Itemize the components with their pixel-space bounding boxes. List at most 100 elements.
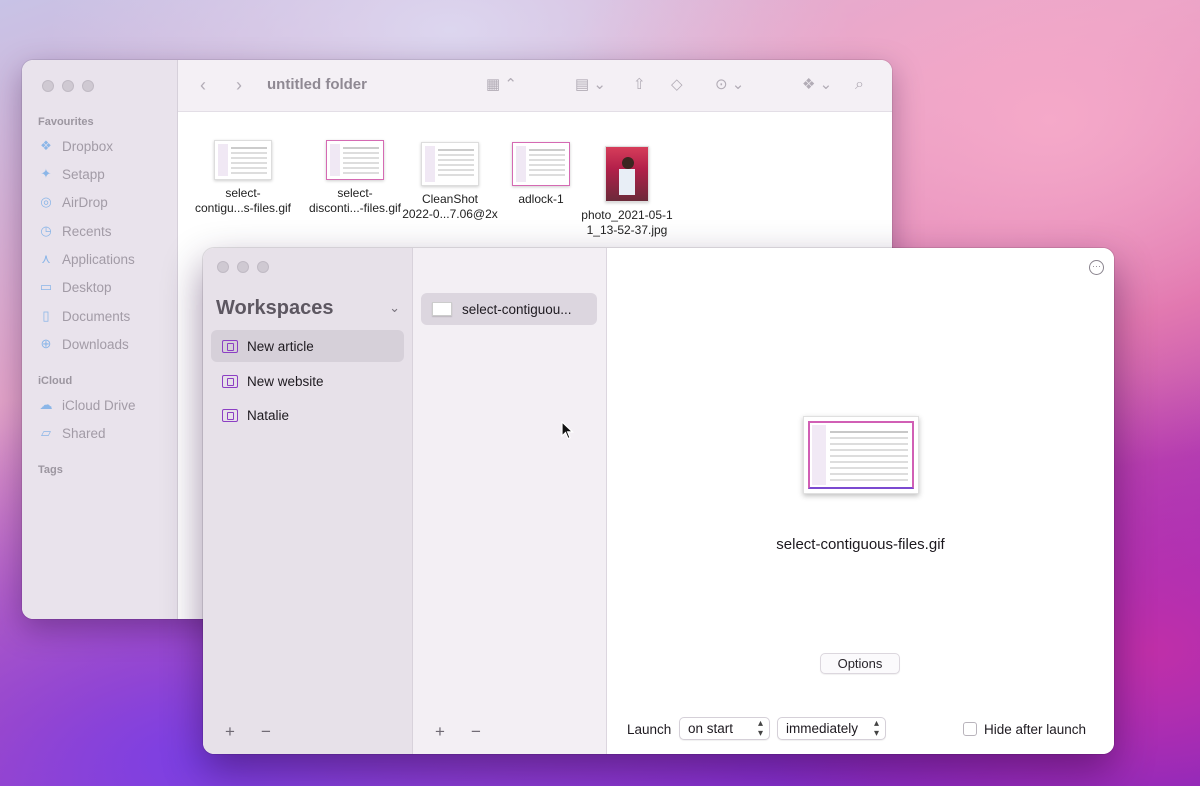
airdrop-icon: ◎ — [40, 194, 52, 209]
finder-toolbar: ‹ › untitled folder ▦ ⌃ ▤ ⌄ ⇧ ◇ ⊙ ⌄ ❖ ⌄ … — [178, 60, 892, 112]
sidebar-item-recents[interactable]: ◷ Recents — [38, 220, 112, 242]
sidebar-item-label: Applications — [62, 251, 135, 267]
workspace-icon — [222, 374, 238, 388]
list-item[interactable]: select-contiguou... — [421, 293, 597, 325]
file-thumbnail — [605, 146, 649, 202]
group-icon[interactable]: ▤ ⌄ — [575, 74, 606, 96]
workspace-icon — [222, 408, 238, 422]
dropbox-menu-icon[interactable]: ❖ ⌄ — [802, 74, 832, 96]
sidebar-item-airdrop[interactable]: ◎ AirDrop — [38, 191, 108, 213]
launch-label: Launch — [627, 722, 672, 737]
sidebar-item-desktop[interactable]: ▭ Desktop — [38, 276, 112, 298]
file-name: photo_2021-05-1 1_13-52-37.jpg — [581, 208, 673, 237]
sidebar-item-label: Dropbox — [62, 138, 114, 154]
zoom-window-button[interactable] — [82, 80, 94, 92]
sidebar-item-label: iCloud Drive — [62, 397, 136, 413]
minimize-window-button[interactable] — [237, 261, 249, 273]
launch-delay-select[interactable]: immediately ▴ ▾ — [777, 717, 886, 740]
sidebar-item-dropbox[interactable]: ❖ Dropbox — [38, 135, 113, 157]
window-controls — [217, 261, 269, 273]
chevron-updown-icon: ▴ ▾ — [757, 718, 763, 739]
tags-heading: Tags — [38, 464, 63, 476]
file-name: select- contigu...s-files.gif — [194, 186, 292, 215]
view-grid-icon[interactable]: ▦ ⌃ — [486, 74, 517, 96]
options-button[interactable]: Options — [820, 653, 900, 674]
file-name: select- disconti...-files.gif — [308, 186, 402, 215]
sidebar-item-label: Setapp — [62, 166, 105, 182]
file-detail-pane: ··· select-contiguous-files.gif Options … — [607, 248, 1114, 754]
file-item-label: select-contiguou... — [462, 301, 572, 317]
zoom-window-button[interactable] — [257, 261, 269, 273]
share-icon[interactable]: ⇧ — [633, 74, 646, 96]
hide-after-launch-checkbox[interactable] — [963, 722, 977, 736]
tag-icon[interactable]: ◇ — [671, 74, 683, 96]
sidebar-item-label: Desktop — [62, 279, 112, 295]
workspace-label: Natalie — [247, 407, 290, 423]
chevron-updown-icon: ▴ ▾ — [873, 718, 879, 739]
workspace-icon — [222, 339, 238, 353]
back-icon[interactable]: ‹ — [200, 74, 206, 96]
sidebar-item-downloads[interactable]: ⊕ Downloads — [38, 333, 129, 355]
icloud-heading: iCloud — [38, 375, 73, 387]
sidebar-item-icloud-drive[interactable]: ☁ iCloud Drive — [38, 394, 136, 416]
file-preview — [803, 416, 919, 494]
dropbox-icon: ❖ — [40, 138, 52, 153]
close-window-button[interactable] — [42, 80, 54, 92]
more-options-icon[interactable]: ··· — [1089, 260, 1104, 275]
workspaces-sidebar: Workspaces ⌄ New article New website Nat… — [203, 248, 413, 754]
hide-after-launch-label: Hide after launch — [984, 722, 1087, 737]
launch-when-value: on start — [688, 721, 734, 736]
launch-delay-value: immediately — [786, 721, 859, 736]
sidebar-item-label: Recents — [62, 223, 112, 239]
folder-title: untitled folder — [267, 76, 367, 93]
workspace-files-list: select-contiguou... + − — [413, 248, 607, 754]
chevron-down-icon[interactable]: ⌄ — [389, 300, 400, 316]
workspace-label: New article — [247, 338, 314, 354]
remove-file-button[interactable]: − — [471, 722, 481, 742]
close-window-button[interactable] — [217, 261, 229, 273]
file-item[interactable]: photo_2021-05-1 1_13-52-37.jpg — [572, 146, 682, 238]
window-controls — [42, 80, 94, 92]
sidebar-item-shared[interactable]: ▱ Shared — [38, 422, 106, 444]
finder-sidebar: Favourites ❖ Dropbox ✦ Setapp ◎ AirDrop … — [22, 60, 178, 619]
preview-filename: select-contiguous-files.gif — [776, 536, 945, 553]
clock-icon: ◷ — [40, 223, 52, 238]
minimize-window-button[interactable] — [62, 80, 74, 92]
workspace-item-natalie[interactable]: Natalie — [211, 399, 404, 431]
file-thumbnail — [326, 140, 384, 180]
sidebar-item-label: Shared — [62, 425, 106, 441]
sidebar-item-documents[interactable]: ▯ Documents — [38, 305, 130, 327]
file-thumbnail-icon — [432, 302, 452, 316]
sidebar-item-applications[interactable]: ⋏ Applications — [38, 248, 135, 270]
setapp-icon: ✦ — [40, 166, 52, 181]
add-file-button[interactable]: + — [435, 722, 445, 742]
sidebar-item-label: Downloads — [62, 336, 129, 352]
applications-icon: ⋏ — [41, 251, 51, 266]
forward-icon[interactable]: › — [236, 74, 242, 96]
file-item[interactable]: select- contigu...s-files.gif — [188, 140, 298, 216]
launch-when-select[interactable]: on start ▴ ▾ — [679, 717, 770, 740]
sidebar-item-setapp[interactable]: ✦ Setapp — [38, 163, 105, 185]
desktop-icon: ▭ — [39, 279, 53, 294]
remove-workspace-button[interactable]: − — [261, 722, 271, 742]
workspace-label: New website — [247, 373, 324, 389]
workspaces-window: Workspaces ⌄ New article New website Nat… — [203, 248, 1114, 754]
workspaces-title: Workspaces — [216, 297, 334, 319]
shared-folder-icon: ▱ — [41, 425, 51, 440]
mouse-cursor-icon — [561, 421, 575, 440]
favourites-heading: Favourites — [38, 116, 94, 128]
cloud-icon: ☁ — [39, 397, 53, 412]
workspace-item-new-article[interactable]: New article — [211, 330, 404, 362]
more-actions-icon[interactable]: ⊙ ⌄ — [715, 74, 744, 96]
search-icon[interactable]: ⌕ — [855, 74, 864, 96]
workspace-item-new-website[interactable]: New website — [211, 365, 404, 397]
file-thumbnail — [421, 142, 479, 186]
download-icon: ⊕ — [40, 336, 52, 351]
add-workspace-button[interactable]: + — [225, 722, 235, 742]
document-icon: ▯ — [42, 308, 50, 323]
sidebar-item-label: Documents — [62, 308, 131, 324]
file-thumbnail — [512, 142, 570, 186]
sidebar-item-label: AirDrop — [62, 194, 108, 210]
file-thumbnail — [214, 140, 272, 180]
file-item[interactable]: select- disconti...-files.gif — [300, 140, 410, 216]
